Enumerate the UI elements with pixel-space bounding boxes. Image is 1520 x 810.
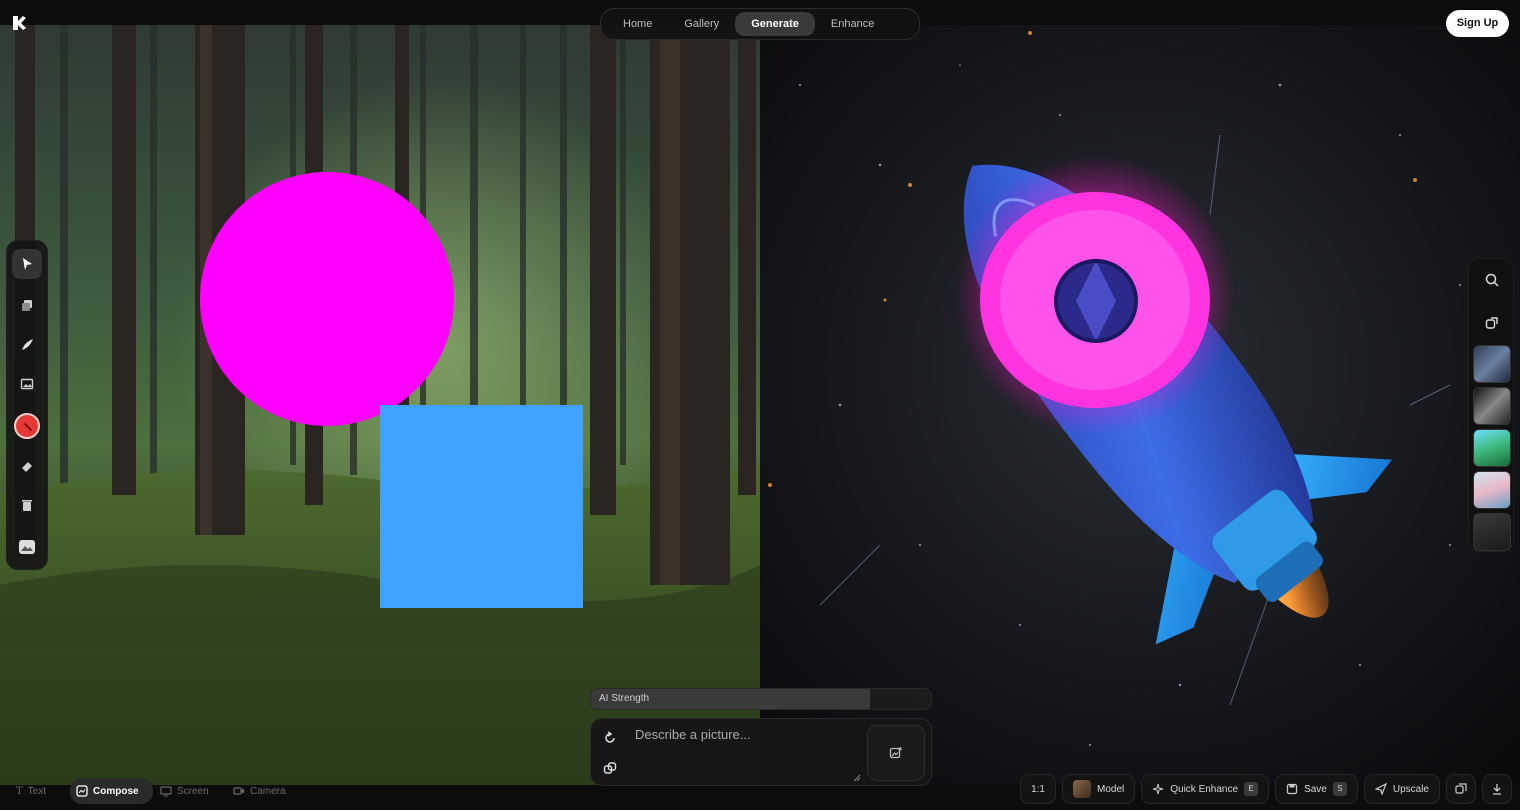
add-image-icon <box>889 747 902 759</box>
aspect-ratio-button[interactable]: 1:1 <box>1020 774 1056 804</box>
save-icon <box>1286 783 1298 795</box>
prompt-box <box>590 718 932 786</box>
search-button[interactable] <box>1477 265 1507 295</box>
layers-icon <box>22 300 32 311</box>
sign-up-button[interactable]: Sign Up <box>1446 10 1509 37</box>
mode-label: Text <box>27 785 47 797</box>
link-icon <box>603 762 617 774</box>
text-icon: T <box>16 785 23 797</box>
mode-compose[interactable]: Compose <box>70 778 153 804</box>
eraser-tool-button[interactable] <box>12 451 42 481</box>
image-icon <box>20 378 34 390</box>
sparkle-icon <box>1153 783 1164 795</box>
link-button[interactable] <box>599 757 621 779</box>
mode-text[interactable]: T Text <box>16 778 46 804</box>
background-tool-button[interactable] <box>12 532 42 562</box>
download-button[interactable] <box>1482 774 1512 804</box>
background-icon <box>19 540 35 554</box>
tab-home[interactable]: Home <box>607 12 668 36</box>
ai-strength-slider[interactable]: AI Strength <box>590 688 932 710</box>
color-picker-button[interactable] <box>12 411 42 441</box>
tool-palette <box>6 240 48 570</box>
history-panel <box>1468 258 1514 552</box>
select-tool-button[interactable] <box>12 249 42 279</box>
reset-button[interactable] <box>599 727 621 749</box>
tab-enhance[interactable]: Enhance <box>815 12 890 36</box>
mode-label: Camera <box>250 785 286 797</box>
color-picker-icon <box>14 413 40 439</box>
quick-enhance-label: Quick Enhance <box>1170 783 1239 795</box>
action-bar: 1:1 Model Quick Enhance E Save S Upscale <box>1020 774 1512 804</box>
logo-icon[interactable] <box>10 14 28 32</box>
tab-gallery[interactable]: Gallery <box>668 12 735 36</box>
prompt-input[interactable] <box>635 727 861 777</box>
upscale-button[interactable]: Upscale <box>1363 774 1440 804</box>
magenta-circle-shape[interactable] <box>200 172 454 426</box>
tab-generate[interactable]: Generate <box>735 12 815 36</box>
upscale-label: Upscale <box>1392 783 1429 795</box>
shortcut-key: E <box>1244 782 1259 796</box>
drawing-canvas[interactable] <box>0 25 760 785</box>
screen-icon <box>160 786 172 797</box>
history-thumbnail[interactable] <box>1473 471 1511 509</box>
generated-image <box>760 25 1520 785</box>
main-nav: Home Gallery Generate Enhance <box>600 8 920 40</box>
model-label: Model <box>1096 783 1125 795</box>
copy-icon <box>1485 317 1498 329</box>
mode-label: Screen <box>177 785 209 797</box>
delete-tool-button[interactable] <box>12 490 42 520</box>
history-thumbnail[interactable] <box>1473 429 1511 467</box>
history-thumbnail[interactable] <box>1473 513 1511 551</box>
duplicate-button[interactable] <box>1446 774 1476 804</box>
save-button[interactable]: Save S <box>1275 774 1358 804</box>
search-icon <box>1485 273 1499 287</box>
mode-camera[interactable]: Camera <box>233 778 286 804</box>
pen-icon <box>22 339 33 350</box>
select-icon <box>23 258 32 270</box>
camera-icon <box>233 787 244 795</box>
duplicate-icon <box>1455 783 1467 794</box>
send-icon <box>1374 783 1387 795</box>
history-thumbnail[interactable] <box>1473 345 1511 383</box>
model-avatar <box>1072 780 1091 798</box>
image-tool-button[interactable] <box>12 369 42 399</box>
eraser-icon <box>22 462 32 472</box>
ai-strength-label: AI Strength <box>599 693 650 704</box>
shortcut-key: S <box>1332 782 1347 796</box>
copy-to-canvas-button[interactable] <box>1477 307 1507 337</box>
mode-screen[interactable]: Screen <box>160 778 209 804</box>
save-label: Save <box>1304 783 1327 795</box>
layers-tool-button[interactable] <box>12 290 42 320</box>
blue-square-shape[interactable] <box>380 405 583 608</box>
download-icon <box>1493 784 1501 795</box>
compose-icon <box>76 785 88 797</box>
quick-enhance-button[interactable]: Quick Enhance E <box>1141 774 1270 804</box>
mode-label: Compose <box>93 785 139 797</box>
aspect-ratio-label: 1:1 <box>1031 783 1045 795</box>
trash-icon <box>22 500 32 511</box>
image-prompt-button[interactable] <box>867 725 925 781</box>
history-thumbnail[interactable] <box>1473 387 1511 425</box>
resize-handle-icon[interactable] <box>853 774 861 782</box>
refresh-icon <box>605 731 615 743</box>
model-button[interactable]: Model <box>1061 774 1136 804</box>
pen-tool-button[interactable] <box>12 330 42 360</box>
